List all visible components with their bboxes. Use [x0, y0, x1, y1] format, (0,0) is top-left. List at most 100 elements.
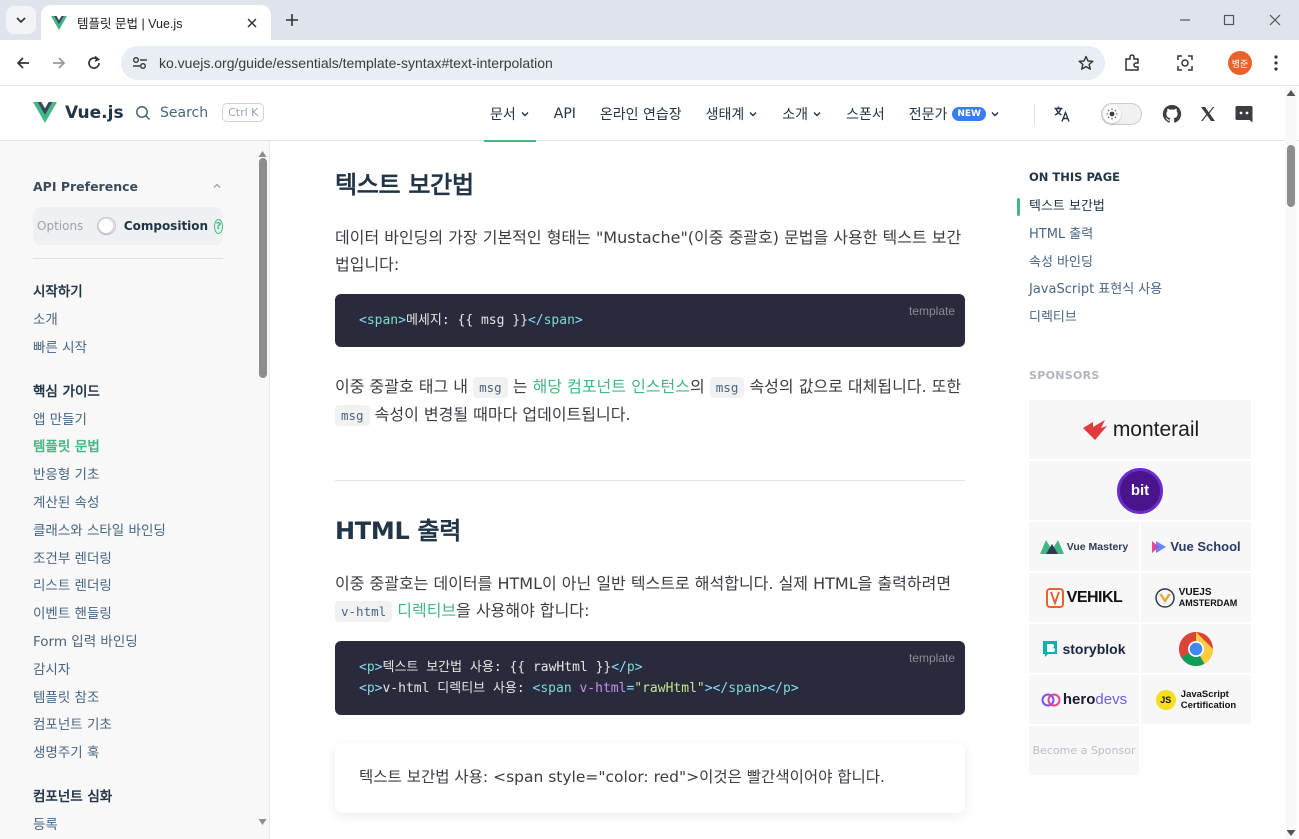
sponsor-name: monterail: [1112, 417, 1200, 441]
profile-avatar[interactable]: 병준: [1228, 51, 1252, 75]
site-navbar: Vue.js Search Ctrl K 문서 API 온라인 연습장 생태계 …: [0, 87, 1299, 142]
sidebar-item-conditional[interactable]: 조건부 렌더링: [33, 548, 233, 576]
sponsor-name: herodevs: [1062, 691, 1128, 708]
sponsor-name: Vue Mastery: [1066, 540, 1129, 553]
code-block-interpolation: template <span>메세지: {{ msg }}</span>: [335, 294, 965, 347]
browser-menu-icon[interactable]: [1261, 48, 1291, 78]
sponsor-bit[interactable]: bit: [1029, 461, 1251, 520]
chevron-up-icon[interactable]: [212, 181, 222, 191]
vehikl-logo-icon: [1045, 587, 1064, 608]
dark-mode-toggle[interactable]: [1101, 103, 1142, 125]
nav-item-ecosystem[interactable]: 생태계: [694, 87, 771, 141]
toc-item-attribute-bindings[interactable]: 속성 바인딩: [1029, 252, 1162, 280]
minimize-button[interactable]: [1172, 7, 1198, 33]
sidebar-item-class-style[interactable]: 클래스와 스타일 바인딩: [33, 520, 233, 548]
inline-code: v-html: [335, 601, 393, 622]
link-directive[interactable]: 디렉티브: [397, 601, 456, 620]
paragraph-intro: 데이터 바인딩의 가장 기본적인 형태는 "Mustache"(이중 중괄호) …: [335, 228, 962, 274]
nav-item-sponsor[interactable]: 스폰서: [834, 87, 897, 141]
sponsor-vuejs-amsterdam[interactable]: VUEJS AMSTERDAM: [1141, 573, 1251, 622]
become-sponsor-link[interactable]: Become a Sponsor: [1029, 726, 1139, 775]
code-lang-label: template: [908, 304, 955, 318]
sidebar-group-title: 시작하기: [33, 284, 83, 300]
screenshot-icon[interactable]: [1170, 48, 1200, 78]
scroll-down-icon[interactable]: [258, 818, 267, 826]
nav-item-docs[interactable]: 문서: [478, 87, 542, 142]
tab-search-button[interactable]: [6, 6, 36, 34]
scroll-up-icon[interactable]: [258, 150, 267, 158]
sidebar-item-reactivity[interactable]: 반응형 기초: [33, 464, 233, 492]
sidebar-item-lifecycle[interactable]: 생명주기 훅: [33, 742, 233, 770]
sponsor-chrome[interactable]: [1141, 624, 1251, 673]
maximize-button[interactable]: [1216, 7, 1242, 33]
maximize-icon: [1223, 14, 1235, 26]
nav-item-label: 전문가: [908, 107, 948, 123]
nav-item-experts[interactable]: 전문가 NEW: [897, 87, 1012, 141]
sidebar-item-events[interactable]: 이벤트 핸들링: [33, 603, 233, 631]
page-scrollbar-thumb[interactable]: [1287, 145, 1295, 207]
toc-item-directives[interactable]: 디렉티브: [1029, 307, 1162, 335]
reload-button[interactable]: [79, 48, 109, 78]
arrow-left-icon: [16, 57, 29, 69]
demo-output-box: 텍스트 보간법 사용: <span style="color: red">이것은…: [335, 743, 965, 813]
sponsor-vue-school[interactable]: Vue School: [1141, 522, 1251, 571]
toc-item-js-expressions[interactable]: JavaScript 표현식 사용: [1029, 279, 1162, 307]
composition-api-label[interactable]: Composition: [124, 219, 208, 233]
sidebar-item-template-refs[interactable]: 템플릿 참조: [33, 687, 233, 715]
sidebar-scrollbar-thumb[interactable]: [259, 158, 267, 378]
search-button[interactable]: Search Ctrl K: [135, 103, 265, 122]
address-bar[interactable]: ko.vuejs.org/guide/essentials/template-s…: [121, 46, 1105, 80]
new-tab-button[interactable]: [278, 6, 306, 34]
api-style-switch[interactable]: [97, 217, 116, 235]
toc-item-raw-html[interactable]: HTML 출력: [1029, 224, 1162, 252]
browser-tab-active[interactable]: 템플릿 문법 | Vue.js: [41, 5, 271, 40]
sidebar-nav-list: 시작하기 소개 빠른 시작 핵심 가이드 앱 만들기 템플릿 문법 반응형 기초…: [33, 281, 233, 839]
sponsor-storyblok[interactable]: storyblok: [1029, 624, 1139, 673]
options-api-label[interactable]: Options: [37, 219, 83, 233]
sidebar-item-quick-start[interactable]: 빠른 시작: [33, 337, 233, 365]
sponsor-vehikl[interactable]: VEHIKL: [1029, 573, 1139, 622]
sponsor-herodevs[interactable]: herodevs: [1029, 675, 1139, 724]
sidebar-item-registration[interactable]: 등록: [33, 814, 233, 839]
toc-item-text-interpolation[interactable]: 텍스트 보간법: [1029, 196, 1162, 224]
site-logo[interactable]: Vue.js: [33, 102, 124, 123]
sidebar-item-watchers[interactable]: 감시자: [33, 659, 233, 687]
sponsor-monterail[interactable]: monterail: [1029, 400, 1251, 459]
browser-toolbar: ko.vuejs.org/guide/essentials/template-s…: [0, 40, 1299, 86]
nav-item-api[interactable]: API: [542, 87, 588, 141]
extensions-icon[interactable]: [1117, 48, 1147, 78]
sidebar-item-template-syntax[interactable]: 템플릿 문법: [33, 436, 233, 464]
site-settings-icon[interactable]: [131, 55, 149, 71]
help-icon[interactable]: ?: [214, 218, 223, 234]
nav-item-label: 스폰서: [846, 107, 885, 123]
x-twitter-icon[interactable]: [1196, 102, 1220, 126]
sidebar-item-introduction[interactable]: 소개: [33, 309, 233, 337]
sidebar-item-application[interactable]: 앱 만들기: [33, 409, 233, 437]
chevron-down-icon: [749, 112, 757, 117]
section-divider: [335, 480, 965, 481]
scroll-down-icon[interactable]: [1286, 829, 1296, 837]
link-component-instance[interactable]: 해당 컴포넌트 인스턴스: [533, 377, 690, 396]
forward-button[interactable]: [44, 48, 74, 78]
sidebar-item-list[interactable]: 리스트 렌더링: [33, 575, 233, 603]
sidebar-item-forms[interactable]: Form 입력 바인딩: [33, 631, 233, 659]
close-icon[interactable]: [243, 14, 261, 32]
nav-item-playground[interactable]: 온라인 연습장: [588, 87, 694, 141]
discord-icon[interactable]: [1232, 102, 1256, 126]
toc-title: ON THIS PAGE: [1029, 170, 1121, 184]
sidebar-item-component-basics[interactable]: 컴포넌트 기초: [33, 714, 233, 742]
sponsor-js-certification[interactable]: JS JavaScript Certification: [1141, 675, 1251, 724]
nav-item-about[interactable]: 소개: [770, 87, 834, 141]
sponsor-vue-mastery[interactable]: Vue Mastery: [1029, 522, 1139, 571]
scroll-up-icon[interactable]: [1286, 89, 1296, 97]
bookmark-star-icon[interactable]: [1071, 48, 1101, 78]
demo-output-text: 텍스트 보간법 사용: <span style="color: red">이것은…: [359, 768, 885, 786]
vue-school-logo-icon: [1152, 540, 1167, 553]
inline-code: msg: [473, 377, 508, 398]
github-icon[interactable]: [1160, 102, 1184, 126]
chevron-down-icon: [813, 112, 821, 117]
back-button[interactable]: [8, 48, 38, 78]
translate-icon[interactable]: [1050, 102, 1074, 126]
window-close-button[interactable]: [1262, 7, 1288, 33]
sidebar-item-computed[interactable]: 계산된 속성: [33, 492, 233, 520]
